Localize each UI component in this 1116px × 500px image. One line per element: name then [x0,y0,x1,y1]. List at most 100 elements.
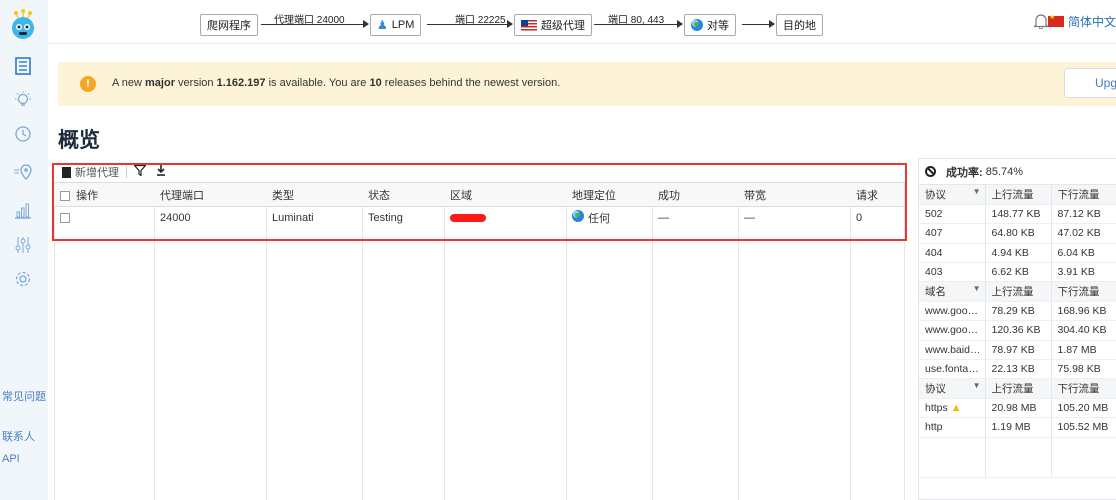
sort-down-icon: ▼ [972,284,981,294]
stats-row-key: 502 [919,204,985,225]
upgrade-button[interactable]: Upgrade [1064,68,1116,98]
status-code-col[interactable]: 协议 ▼ [919,185,985,205]
stats-row-key: www.baid… [919,340,985,361]
down-col[interactable]: 下行流量 [1050,185,1116,205]
stats-row-down: 75.98 KB [1050,359,1116,380]
arrow-3 [594,20,683,28]
success-rate-label: 成功率: [946,166,983,179]
stats-chart-icon[interactable] [12,200,34,222]
lpm-node[interactable]: ♟ LPM [370,14,422,36]
up-col[interactable]: 上行流量 [984,378,1051,399]
scraper-node[interactable]: 爬网程序 [200,14,258,36]
language-label: 简体中文 [1067,15,1116,29]
bell-icon[interactable] [1033,13,1049,32]
stats-row-key: http [919,417,985,438]
protocol-col[interactable]: 协议 ▼ [919,378,985,399]
banner-major: major [145,77,175,89]
stats-row[interactable]: 404 4.94 KB 6.04 KB [919,243,1116,264]
globe-icon [691,19,703,31]
lpm-icon: ♟ [377,18,388,32]
stats-row-key: use.fonta… [919,359,985,380]
up-col[interactable]: 上行流量 [984,185,1051,205]
stats-row-down: 47.02 KB [1050,223,1116,244]
faq-link[interactable]: 常见问题 [2,390,48,405]
stats-row-up: 148.77 KB [984,204,1051,225]
peer-node[interactable]: 对等 [684,14,736,36]
super-proxy-node[interactable]: 超级代理 [514,14,592,36]
stats-row-up: 78.29 KB [984,301,1051,322]
banner-text-post: releases behind the newest version. [381,77,561,89]
stats-row-up: 120.36 KB [984,320,1051,341]
stats-row-up: 64.80 KB [984,223,1051,244]
stats-row-key: www.goo… [919,320,985,341]
stats-row[interactable]: www.goo… 78.29 KB 168.96 KB [919,301,1116,322]
block-icon[interactable] [925,166,936,177]
page-title: 概览 [58,129,100,152]
domain-col[interactable]: 域名 ▼ [919,281,985,302]
stats-row-down: 1.87 MB [1050,340,1116,361]
stats-row[interactable]: www.goo… 120.36 KB 304.40 KB [919,320,1116,341]
history-icon[interactable] [12,123,34,145]
stats-panel: 成功率: 85.74% 协议 ▼ 上行流量 下行流量 502 148.77 KB 87… [918,158,1116,500]
overview-icon[interactable] [12,55,34,77]
stats-row-down: 3.91 KB [1050,262,1116,283]
api-link[interactable]: API [2,452,20,467]
stats-row-up: 1.19 MB [984,417,1051,438]
stats-row-empty [919,437,1116,478]
contact-link[interactable]: 联系人 [2,430,35,445]
stats-row[interactable]: use.fonta… 22.13 KB 75.98 KB [919,359,1116,380]
stats-row-key: www.goo… [919,301,985,322]
success-rate-header: 成功率: 85.74% [919,159,1116,185]
arrow-1 [261,20,369,28]
lightbulb-icon[interactable] [12,89,34,111]
stats-row-down: 6.04 KB [1050,243,1116,264]
logo-icon[interactable] [10,8,36,40]
stats-row-up: 78.97 KB [984,340,1051,361]
highlight-frame [52,163,907,241]
upgrade-banner: ! A new major version 1.162.197 is avail… [58,62,1116,106]
stats-row-down: 304.40 KB [1050,320,1116,341]
stats-row[interactable]: http 1.19 MB 105.52 MB [919,417,1116,438]
peer-label: 对等 [707,20,729,32]
destination-label: 目的地 [783,20,816,32]
stats-row[interactable]: 502 148.77 KB 87.12 KB [919,204,1116,225]
status-code-col-label: 协议 [925,188,946,201]
sort-down-icon: ▼ [972,381,981,391]
empty-cell [919,437,985,478]
down-col[interactable]: 下行流量 [1050,281,1116,302]
sort-down-icon: ▼ [972,186,981,196]
location-icon[interactable] [12,161,34,183]
stats-row-up: 20.98 MB [984,398,1051,419]
stats-row-key: 407 [919,223,985,244]
protocol-col-label: 协议 [925,383,946,396]
stats-row-up: 4.94 KB [984,243,1051,264]
stats-row[interactable]: 403 6.62 KB 3.91 KB [919,262,1116,283]
empty-cell [1050,437,1116,478]
warning-triangle-icon[interactable]: ▲ [951,402,962,414]
stats-row-up: 22.13 KB [984,359,1051,380]
sliders-icon[interactable] [12,234,34,256]
domain-header: 域名 ▼ 上行流量 下行流量 [919,281,1116,302]
warning-icon: ! [80,76,96,92]
up-col[interactable]: 上行流量 [984,281,1051,302]
destination-node[interactable]: 目的地 [776,14,823,36]
protocol-name: https [925,401,948,414]
stats-row[interactable]: www.baid… 78.97 KB 1.87 MB [919,340,1116,361]
status-code-header: 协议 ▼ 上行流量 下行流量 [919,185,1116,205]
banner-text-pre: A new [112,77,146,89]
sidebar: 常见问题 联系人 API [0,0,48,500]
down-col[interactable]: 下行流量 [1050,378,1116,399]
scraper-label: 爬网程序 [207,20,251,32]
stats-row-up: 6.62 KB [984,262,1051,283]
stats-row[interactable]: 407 64.80 KB 47.02 KB [919,223,1116,244]
stats-row-key: 404 [919,243,985,264]
banner-count: 10 [369,77,382,89]
language-selector[interactable]: 简体中文 [1047,13,1116,30]
settings-gear-icon[interactable] [12,268,34,290]
banner-version: 1.162.197 [216,77,266,89]
banner-text-mid: version [175,77,217,89]
empty-cell [984,437,1051,478]
success-rate-value: 85.74% [985,165,1024,178]
header: 爬网程序 代理端口 24000 ♟ LPM 端口 22225 超级代理 端口 8… [48,0,1116,44]
stats-row[interactable]: https ▲ 20.98 MB 105.20 MB [919,398,1116,419]
